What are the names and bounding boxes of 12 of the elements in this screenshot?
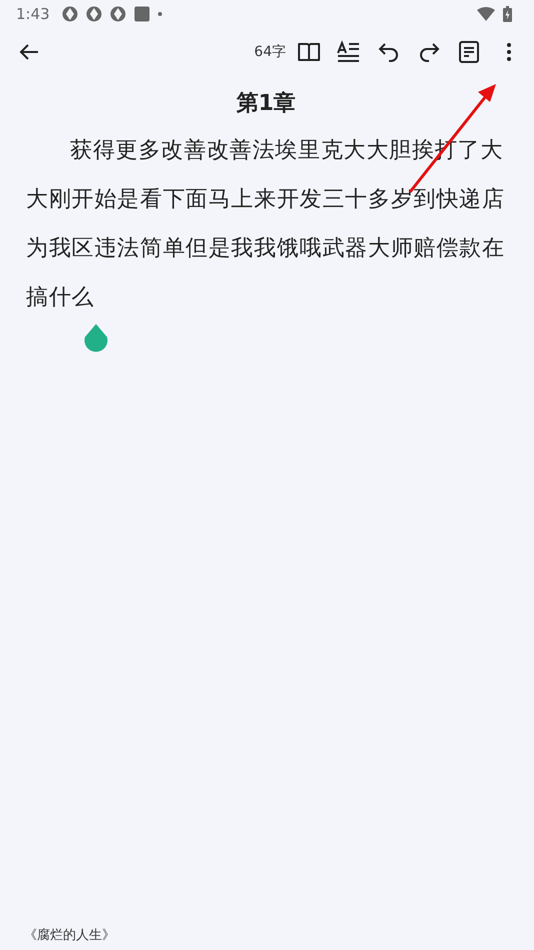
word-count: 64字 <box>254 43 286 61</box>
cursor-handle[interactable] <box>83 324 109 354</box>
dot-icon <box>158 12 162 16</box>
book-title: 《腐烂的人生》 <box>24 928 115 943</box>
aperture-icon <box>110 6 126 22</box>
aperture-icon <box>86 6 102 22</box>
battery-icon <box>503 6 512 22</box>
status-time: 1:43 <box>16 5 50 23</box>
chapter-title: 第1章 <box>235 90 297 118</box>
wifi-icon <box>477 7 495 21</box>
square-icon <box>134 6 150 22</box>
aperture-icon <box>62 6 78 22</box>
